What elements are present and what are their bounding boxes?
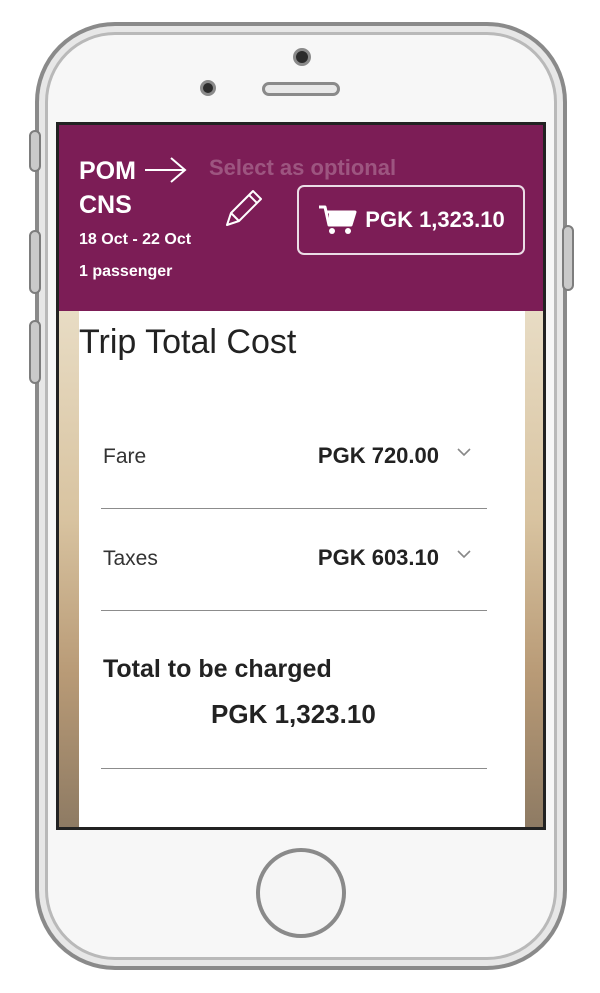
origin-code: POM <box>79 157 136 185</box>
chevron-down-icon[interactable] <box>455 545 473 563</box>
taxes-label: Taxes <box>103 547 158 570</box>
total-amount: PGK 1,323.10 <box>211 699 376 729</box>
total-row: Total to be charged PGK 1,323.10 <box>101 641 487 769</box>
content-background: Trip Total Cost Fare PGK 720.00 Taxes PG… <box>59 311 543 827</box>
passenger-count: 1 passenger <box>79 263 173 280</box>
fare-label: Fare <box>103 445 147 468</box>
trip-cost-panel: Trip Total Cost Fare PGK 720.00 Taxes PG… <box>79 311 525 827</box>
taxes-amount: PGK 603.10 <box>317 545 439 570</box>
trip-dates: 18 Oct - 22 Oct <box>79 231 192 248</box>
home-button[interactable] <box>256 848 346 938</box>
screen: Select as optional POM CNS 18 Oct - 22 O… <box>56 122 546 830</box>
pencil-icon[interactable] <box>219 185 267 233</box>
taxes-row[interactable]: Taxes PGK 603.10 <box>101 509 487 611</box>
chevron-down-icon[interactable] <box>455 443 473 461</box>
cart-button[interactable]: PGK 1,323.10 <box>297 185 525 255</box>
phone-power-button <box>562 225 574 291</box>
total-label: Total to be charged <box>103 655 332 683</box>
speaker <box>262 82 340 96</box>
trip-header: Select as optional POM CNS 18 Oct - 22 O… <box>59 125 543 311</box>
phone-side-button-volume-down <box>29 320 41 384</box>
fare-row[interactable]: Fare PGK 720.00 <box>101 407 487 509</box>
arrow-right-icon <box>145 157 187 183</box>
phone-side-button-volume-up <box>29 230 41 294</box>
phone-side-button-silent <box>29 130 41 172</box>
background-text: Select as optional <box>209 155 397 180</box>
fare-amount: PGK 720.00 <box>317 443 439 468</box>
cart-icon <box>319 205 357 234</box>
cart-total: PGK 1,323.10 <box>365 207 505 232</box>
destination-code: CNS <box>79 191 132 219</box>
sensor <box>200 80 216 96</box>
page-title: Trip Total Cost <box>79 323 297 361</box>
camera <box>293 48 311 66</box>
